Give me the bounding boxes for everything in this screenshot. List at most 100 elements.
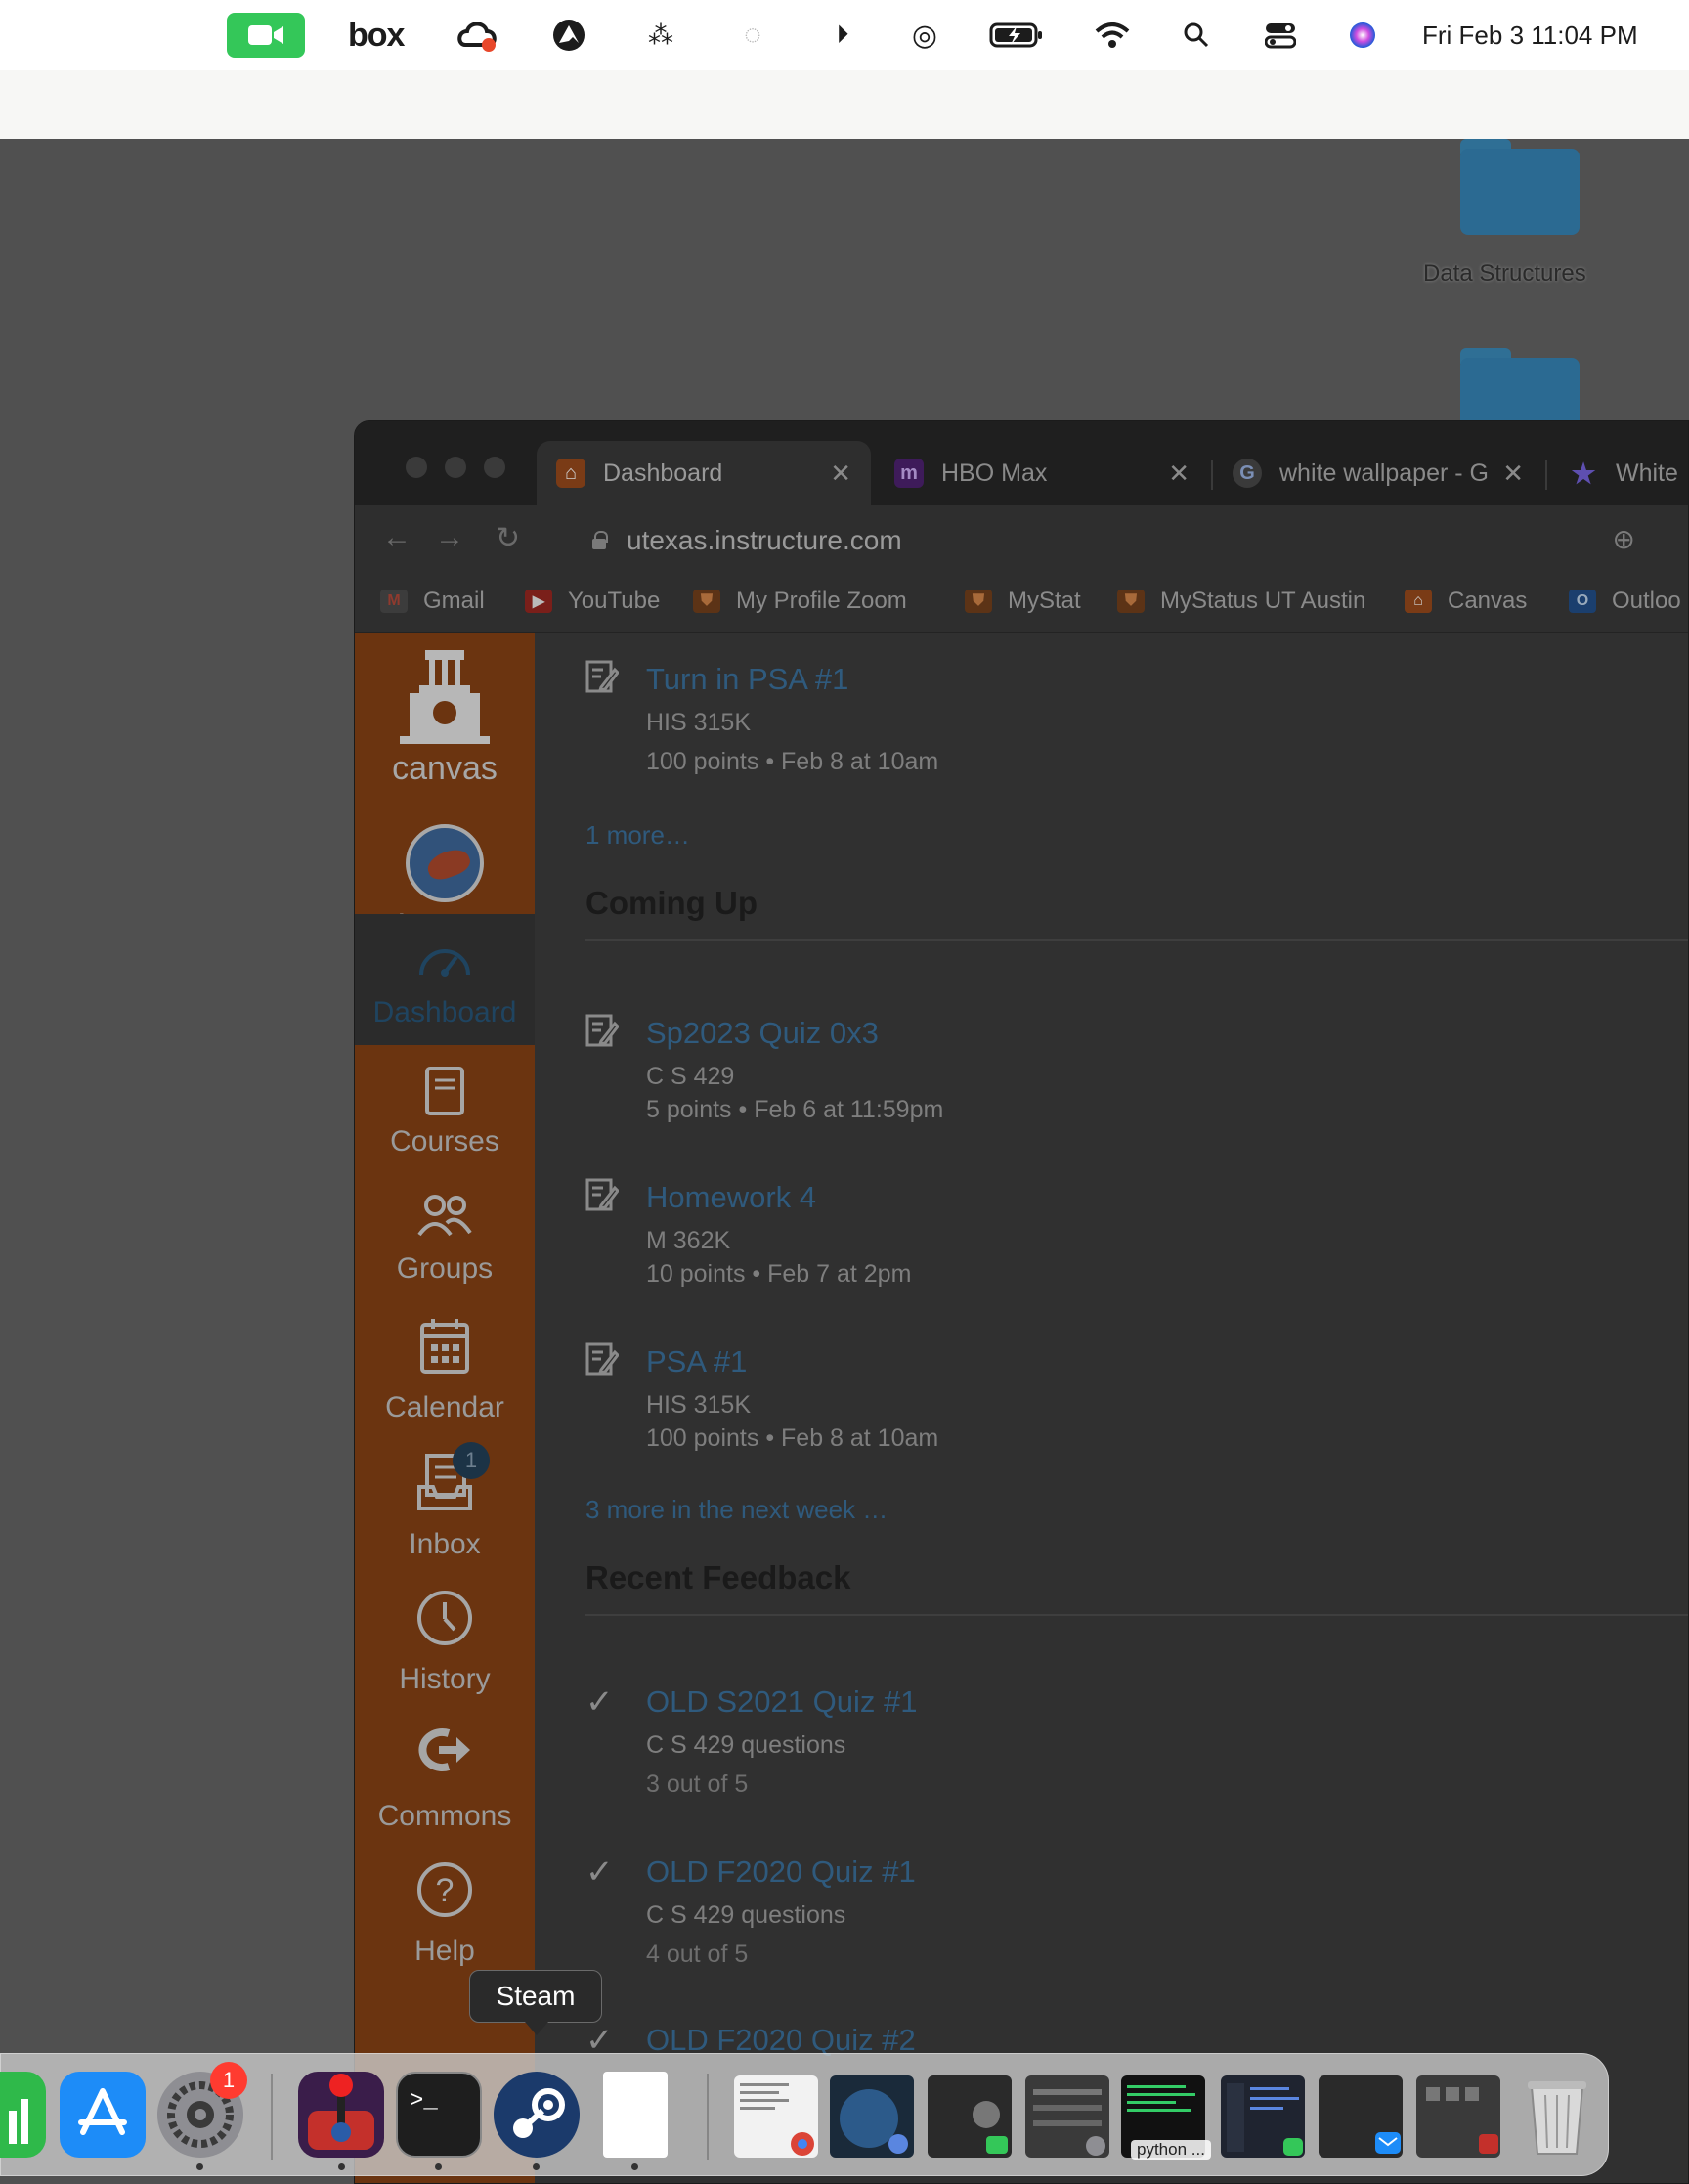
steam-icon[interactable] (494, 2072, 580, 2158)
battery-icon[interactable] (989, 14, 1044, 57)
airpods-icon[interactable]: ⁂ (641, 14, 680, 57)
sidebar-item-calendar[interactable]: Calendar (355, 1317, 535, 1424)
app-store-icon[interactable] (60, 2072, 146, 2158)
tab-hbo-max[interactable]: m HBO Max ✕ (875, 441, 1209, 505)
coming-up-title-link[interactable]: Homework 4 (646, 1180, 816, 1215)
feedback-course: C S 429 questions (646, 1901, 846, 1929)
bookmark-my-profile-zoom[interactable]: ⛊ My Profile Zoom (693, 588, 907, 615)
control-center-icon[interactable] (1261, 14, 1300, 57)
zoom-icon[interactable]: ⊕ (1613, 523, 1635, 555)
commons-icon (355, 1725, 535, 1794)
sidebar-item-label: Groups (396, 1252, 494, 1285)
siri-icon[interactable] (1343, 14, 1382, 57)
tab-dashboard[interactable]: ⌂ Dashboard ✕ (537, 441, 871, 505)
nordvpn-icon[interactable] (549, 14, 588, 57)
coming-up-item[interactable]: PSA #1 HIS 315K 100 points • Feb 8 at 10… (585, 1342, 1661, 1460)
coming-up-title-link[interactable]: PSA #1 (646, 1344, 747, 1379)
document-icon[interactable] (603, 2072, 668, 2158)
canvas-logo[interactable]: canvas (355, 633, 535, 799)
folder-label[interactable]: Data Structures (1423, 260, 1586, 287)
coming-up-heading: Coming Up (585, 885, 758, 921)
tab-google-search[interactable]: G white wallpaper - G ✕ (1213, 441, 1543, 505)
sidebar-item-groups[interactable]: Groups (355, 1194, 535, 1286)
address-bar[interactable]: utexas.instructure.com (570, 515, 1688, 566)
sidebar-item-inbox[interactable]: 1 Inbox (355, 1442, 535, 1561)
wifi-icon[interactable] (1093, 14, 1132, 57)
numbers-app-icon[interactable] (0, 2072, 46, 2158)
coming-up-course: HIS 315K (646, 1391, 752, 1419)
folder-icon[interactable] (1460, 139, 1580, 237)
todo-title-link[interactable]: Turn in PSA #1 (646, 662, 848, 697)
feedback-title-link[interactable]: OLD S2021 Quiz #1 (646, 1684, 917, 1720)
joystick-app-icon[interactable] (298, 2072, 384, 2158)
close-window-button[interactable] (406, 457, 427, 478)
bookmark-mystat[interactable]: ⛊ MyStat (965, 588, 1081, 615)
play-icon[interactable]: ⏵ (823, 14, 862, 57)
bookmark-youtube[interactable]: ▶ YouTube (525, 588, 660, 615)
coming-up-item[interactable]: Sp2023 Quiz 0x3 C S 429 5 points • Feb 6… (585, 1014, 1661, 1131)
todo-item[interactable]: Turn in PSA #1 HIS 315K 100 points • Feb… (585, 660, 1661, 777)
feedback-title-link[interactable]: OLD F2020 Quiz #1 (646, 1855, 916, 1890)
url-text: utexas.instructure.com (627, 525, 902, 555)
spotlight-icon[interactable] (1177, 14, 1216, 57)
minimized-window-code[interactable] (1221, 2075, 1305, 2158)
back-icon[interactable]: ← (382, 521, 411, 554)
loading-icon[interactable]: ◌ (733, 14, 772, 57)
menu-bar: box ⁂ ◌ ⏵ ◎ Fri Feb 3 11:04 PM (0, 0, 1689, 70)
coming-up-item[interactable]: Homework 4 M 362K 10 points • Feb 7 at 2… (585, 1178, 1661, 1295)
sidebar-item-commons[interactable]: Commons (355, 1725, 535, 1833)
bookmark-outlook[interactable]: O Outloo (1569, 588, 1681, 615)
minimized-window-mail[interactable] (1319, 2075, 1403, 2158)
coming-up-title-link[interactable]: Sp2023 Quiz 0x3 (646, 1016, 879, 1051)
canvas-logo-text: canvas (392, 750, 498, 787)
minimized-window-apps[interactable] (1416, 2075, 1500, 2158)
minimized-window-map[interactable] (830, 2075, 914, 2158)
coming-up-course: M 362K (646, 1227, 731, 1254)
facetime-icon[interactable] (227, 13, 305, 58)
check-icon: ✓ (585, 1854, 614, 1891)
todo-meta: 100 points • Feb 8 at 10am (646, 748, 939, 775)
running-indicator (338, 2163, 345, 2170)
reload-icon[interactable]: ↻ (496, 521, 520, 555)
forward-icon[interactable]: → (435, 521, 464, 554)
running-indicator (196, 2163, 203, 2170)
assignment-icon (585, 1178, 620, 1211)
todo-course: HIS 315K (646, 709, 752, 736)
dock-divider (271, 2074, 273, 2160)
zoom-window-button[interactable] (484, 457, 505, 478)
minimized-window-facetime[interactable] (928, 2075, 1012, 2158)
feedback-item[interactable]: ✓ OLD F2020 Quiz #1 C S 429 questions 4 … (585, 1853, 1661, 1970)
close-tab-icon[interactable]: ✕ (1502, 459, 1524, 489)
star-favicon: ★ (1571, 458, 1596, 489)
terminal-icon[interactable]: >_ (396, 2072, 482, 2158)
close-tab-icon[interactable]: ✕ (1168, 459, 1190, 489)
google-favicon: G (1233, 459, 1262, 488)
minimized-window-settings[interactable] (1025, 2075, 1109, 2158)
box-icon[interactable]: box (348, 14, 405, 57)
bookmark-gmail[interactable]: M Gmail (380, 588, 485, 615)
dock: 1 >_ python ... (0, 2053, 1609, 2176)
more-todo-link[interactable]: 1 more… (585, 820, 690, 851)
divider (585, 1614, 1688, 1616)
sidebar-item-help[interactable]: ? Help (355, 1860, 535, 1968)
trash-icon[interactable] (1514, 2072, 1600, 2158)
feedback-item[interactable]: ✓ OLD S2021 Quiz #1 C S 429 questions 3 … (585, 1682, 1661, 1800)
tab-white[interactable]: ★ White (1549, 441, 1688, 505)
tab-strip: ⌂ Dashboard ✕ m HBO Max ✕ G white wallpa… (355, 421, 1688, 505)
creative-cloud-icon[interactable] (455, 14, 498, 57)
more-coming-up-link[interactable]: 3 more in the next week … (585, 1495, 888, 1525)
close-tab-icon[interactable]: ✕ (830, 459, 851, 489)
menubar-clock[interactable]: Fri Feb 3 11:04 PM (1422, 14, 1638, 57)
outlook-icon: O (1569, 590, 1596, 613)
minimized-window-chrome[interactable] (734, 2075, 818, 2158)
airdrop-icon[interactable]: ◎ (905, 14, 944, 57)
sidebar-item-dashboard[interactable]: Dashboard (355, 914, 535, 1045)
sidebar-item-label: Courses (390, 1125, 499, 1158)
dashboard-icon (355, 938, 535, 990)
minimize-window-button[interactable] (445, 457, 466, 478)
bookmark-canvas[interactable]: ⌂ Canvas (1405, 588, 1527, 615)
bookmark-mystatus-ut-austin[interactable]: ⛊ MyStatus UT Austin (1117, 588, 1365, 615)
browser-window: ⌂ Dashboard ✕ m HBO Max ✕ G white wallpa… (354, 420, 1689, 2184)
sidebar-item-courses[interactable]: Courses (355, 1067, 535, 1158)
sidebar-item-history[interactable]: History (355, 1589, 535, 1696)
